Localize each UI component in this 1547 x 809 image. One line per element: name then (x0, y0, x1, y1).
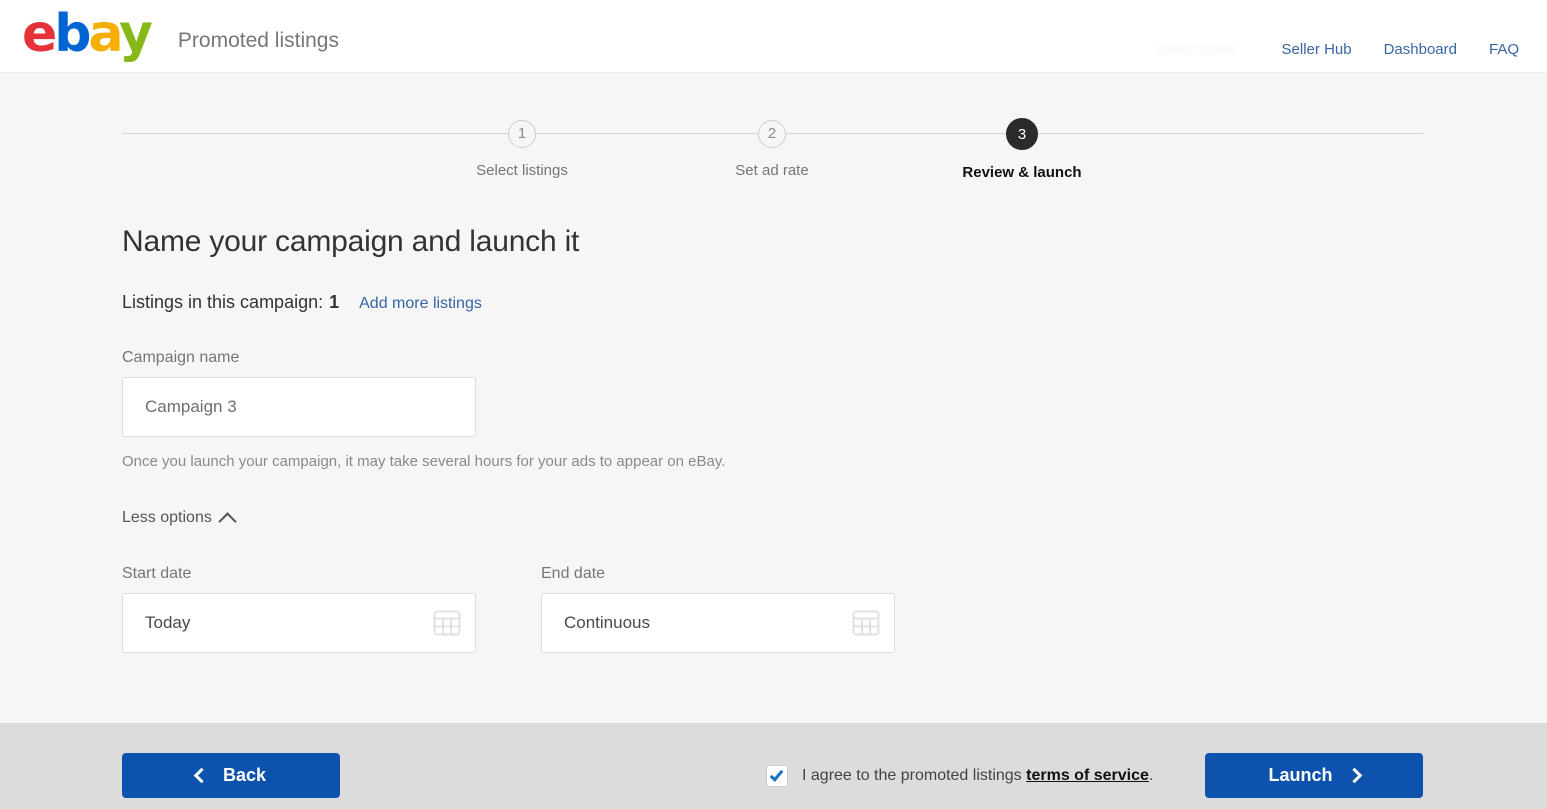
logo-letter-a: a (88, 4, 122, 64)
user-account-label[interactable]: seller-name (1157, 41, 1235, 58)
campaign-name-group: Campaign name Once you launch your campa… (122, 349, 1442, 470)
check-icon (769, 767, 784, 782)
page-title: Name your campaign and launch it (122, 225, 580, 258)
start-date-field: Start date (122, 565, 476, 653)
calendar-icon[interactable] (852, 609, 880, 637)
end-date-label: End date (541, 565, 606, 582)
nav-link-faq[interactable]: FAQ (1489, 41, 1519, 58)
terms-checkbox[interactable] (766, 765, 788, 787)
chevron-left-icon (193, 767, 210, 784)
end-date-input[interactable] (541, 593, 895, 653)
main-content: Name your campaign and launch it Listing… (122, 225, 1442, 653)
step-2-circle: 2 (758, 120, 786, 148)
terms-prefix: I agree to the promoted listings (802, 767, 1022, 784)
progress-stepper: 1 Select listings 2 Set ad rate 3 Review… (122, 118, 1423, 200)
step-2-label: Set ad rate (735, 162, 809, 179)
logo-letter-y: y (119, 4, 153, 64)
step-3-label: Review & launch (962, 164, 1082, 181)
site-header: ebay Promoted listings seller-name Selle… (0, 0, 1547, 73)
app-title: Promoted listings (177, 29, 339, 52)
campaign-name-input[interactable] (122, 377, 476, 437)
less-options-toggle[interactable]: Less options (122, 509, 237, 531)
logo-letter-e: e (22, 4, 57, 64)
listings-count-label: Listings in this campaign: (122, 292, 324, 312)
back-button-label: Back (222, 765, 267, 785)
add-more-listings-link[interactable]: Add more listings (359, 295, 482, 313)
step-1-circle: 1 (508, 120, 536, 148)
step-review-and-launch[interactable]: 3 Review & launch (922, 118, 1122, 181)
launch-button-label: Launch (1268, 765, 1333, 785)
terms-agreement-row: I agree to the promoted listings terms o… (766, 765, 1153, 787)
end-date-field: End date (541, 565, 895, 653)
logo-letter-b: b (54, 4, 91, 64)
start-date-input[interactable] (122, 593, 476, 653)
nav-link-seller-hub[interactable]: Seller Hub (1282, 41, 1352, 58)
start-date-label: Start date (122, 565, 192, 582)
step-select-listings[interactable]: 1 Select listings (422, 120, 622, 179)
brand-block: ebay Promoted listings (22, 8, 339, 60)
chevron-up-icon (218, 511, 237, 531)
terms-agreement-text: I agree to the promoted listings terms o… (802, 767, 1153, 785)
terms-suffix: . (1148, 767, 1154, 784)
ebay-logo[interactable]: ebay (22, 8, 153, 60)
less-options-label: Less options (122, 509, 212, 526)
step-3-circle: 3 (1006, 118, 1038, 150)
step-set-ad-rate[interactable]: 2 Set ad rate (672, 120, 872, 179)
back-button[interactable]: Back (122, 753, 340, 798)
page-body: 1 Select listings 2 Set ad rate 3 Review… (0, 73, 1547, 723)
date-fields-row: Start date End date (122, 565, 1442, 653)
nav-link-dashboard[interactable]: Dashboard (1384, 41, 1457, 58)
listings-count-value: 1 (329, 292, 340, 312)
launch-button[interactable]: Launch (1205, 753, 1423, 798)
terms-of-service-link[interactable]: terms of service (1026, 767, 1149, 784)
step-1-label: Select listings (476, 162, 568, 179)
chevron-right-icon (1346, 767, 1362, 784)
campaign-helper-text: Once you launch your campaign, it may ta… (122, 453, 726, 470)
header-nav: seller-name Seller Hub Dashboard FAQ (1157, 41, 1519, 58)
calendar-icon[interactable] (433, 609, 461, 637)
campaign-name-label: Campaign name (122, 349, 240, 366)
listings-count-row: Listings in this campaign: 1 Add more li… (122, 292, 1442, 313)
